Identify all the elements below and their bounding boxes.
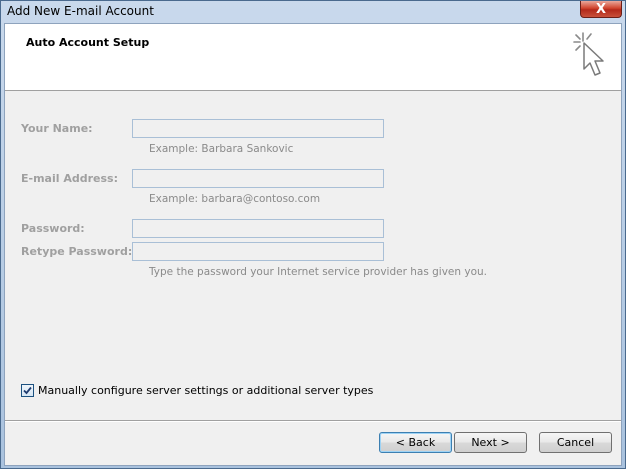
your-name-label: Your Name: <box>21 122 93 135</box>
retype-password-label: Retype Password: <box>21 245 133 258</box>
page-title: Auto Account Setup <box>26 36 150 49</box>
dialog-window: Add New E-mail Account X Auto Account Se… <box>0 0 626 469</box>
password-hint: Type the password your Internet service … <box>149 266 487 278</box>
cancel-button[interactable]: Cancel <box>539 432 612 453</box>
your-name-input[interactable] <box>132 119 384 138</box>
next-button[interactable]: Next > <box>454 432 527 453</box>
dialog-client-area: Auto Account Setup Your Name: Example: B… <box>4 23 622 466</box>
manual-config-label: Manually configure server settings or ad… <box>38 384 374 397</box>
email-address-hint: Example: barbara@contoso.com <box>149 193 321 205</box>
footer-separator <box>5 420 621 422</box>
close-button[interactable]: X <box>580 1 622 18</box>
manual-config-checkbox[interactable] <box>21 384 34 397</box>
checkmark-icon <box>23 386 32 395</box>
retype-password-input[interactable] <box>132 242 384 261</box>
cursor-click-icon <box>573 32 604 76</box>
manual-config-option[interactable]: Manually configure server settings or ad… <box>21 384 373 397</box>
back-button[interactable]: < Back <box>379 432 452 453</box>
close-icon: X <box>595 1 607 17</box>
title-bar[interactable]: Add New E-mail Account X <box>1 1 625 23</box>
password-label: Password: <box>21 222 85 235</box>
email-address-label: E-mail Address: <box>21 172 118 185</box>
password-input[interactable] <box>132 219 384 238</box>
email-address-input[interactable] <box>132 169 384 188</box>
wizard-header: Auto Account Setup <box>5 24 621 91</box>
window-title: Add New E-mail Account <box>7 4 154 18</box>
your-name-hint: Example: Barbara Sankovic <box>149 143 294 155</box>
